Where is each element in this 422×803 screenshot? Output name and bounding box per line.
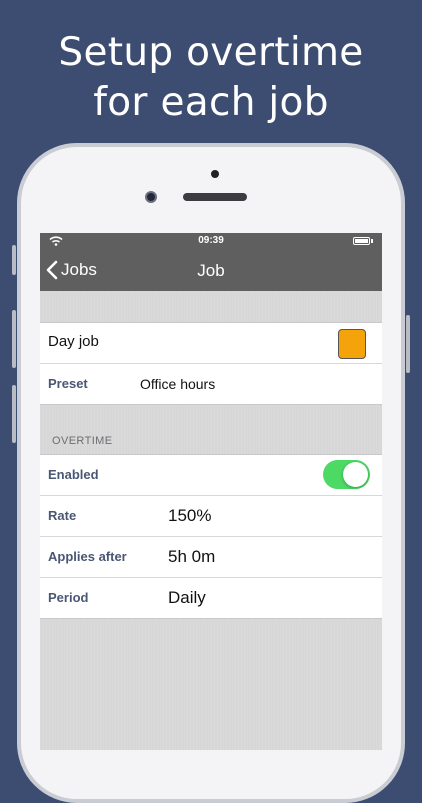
phone-mute-switch [12, 245, 16, 275]
promo-headline: Setup overtime for each job [0, 28, 422, 128]
navigation-bar: Jobs Job [40, 249, 382, 291]
sensor-dot [211, 170, 219, 178]
period-label: Period [48, 590, 89, 605]
period-value: Daily [168, 588, 206, 607]
promo-headline-line1: Setup overtime [58, 30, 364, 75]
overtime-group: Enabled Rate 150% Applies after 5h 0m Pe… [40, 454, 382, 619]
preset-value: Office hours [140, 376, 216, 392]
overtime-section-header: OVERTIME [52, 435, 113, 447]
job-name-row[interactable]: Day job [40, 323, 382, 364]
phone-power-button [406, 315, 410, 373]
overtime-enabled-toggle[interactable] [323, 460, 370, 489]
job-name: Day job [48, 333, 99, 350]
status-bar: 09:39 [40, 233, 382, 249]
applies-after-label: Applies after [48, 549, 127, 564]
overtime-period-row[interactable]: Period Daily [40, 578, 382, 618]
promo-headline-line2: for each job [93, 80, 329, 125]
applies-after-value: 5h 0m [168, 547, 216, 566]
phone-volume-up [12, 310, 16, 368]
job-details-group: Day job Preset Office hours [40, 322, 382, 405]
overtime-enabled-row: Enabled [40, 455, 382, 496]
preset-label: Preset [48, 376, 88, 391]
status-time: 09:39 [198, 235, 224, 246]
page-title: Job [197, 261, 225, 280]
phone-volume-down [12, 385, 16, 443]
overtime-rate-row[interactable]: Rate 150% [40, 496, 382, 537]
app-screen: 09:39 Jobs Job Day job Preset Office hou… [40, 233, 382, 750]
battery-icon [353, 237, 370, 245]
enabled-label: Enabled [48, 467, 99, 482]
toggle-knob [343, 462, 368, 487]
rate-label: Rate [48, 508, 77, 523]
overtime-applies-after-row[interactable]: Applies after 5h 0m [40, 537, 382, 578]
rate-value: 150% [168, 506, 212, 525]
battery-tip [371, 239, 373, 243]
preset-row[interactable]: Preset Office hours [40, 364, 382, 404]
job-color-swatch[interactable] [338, 329, 366, 359]
earpiece-speaker [183, 193, 247, 201]
front-camera [145, 191, 157, 203]
